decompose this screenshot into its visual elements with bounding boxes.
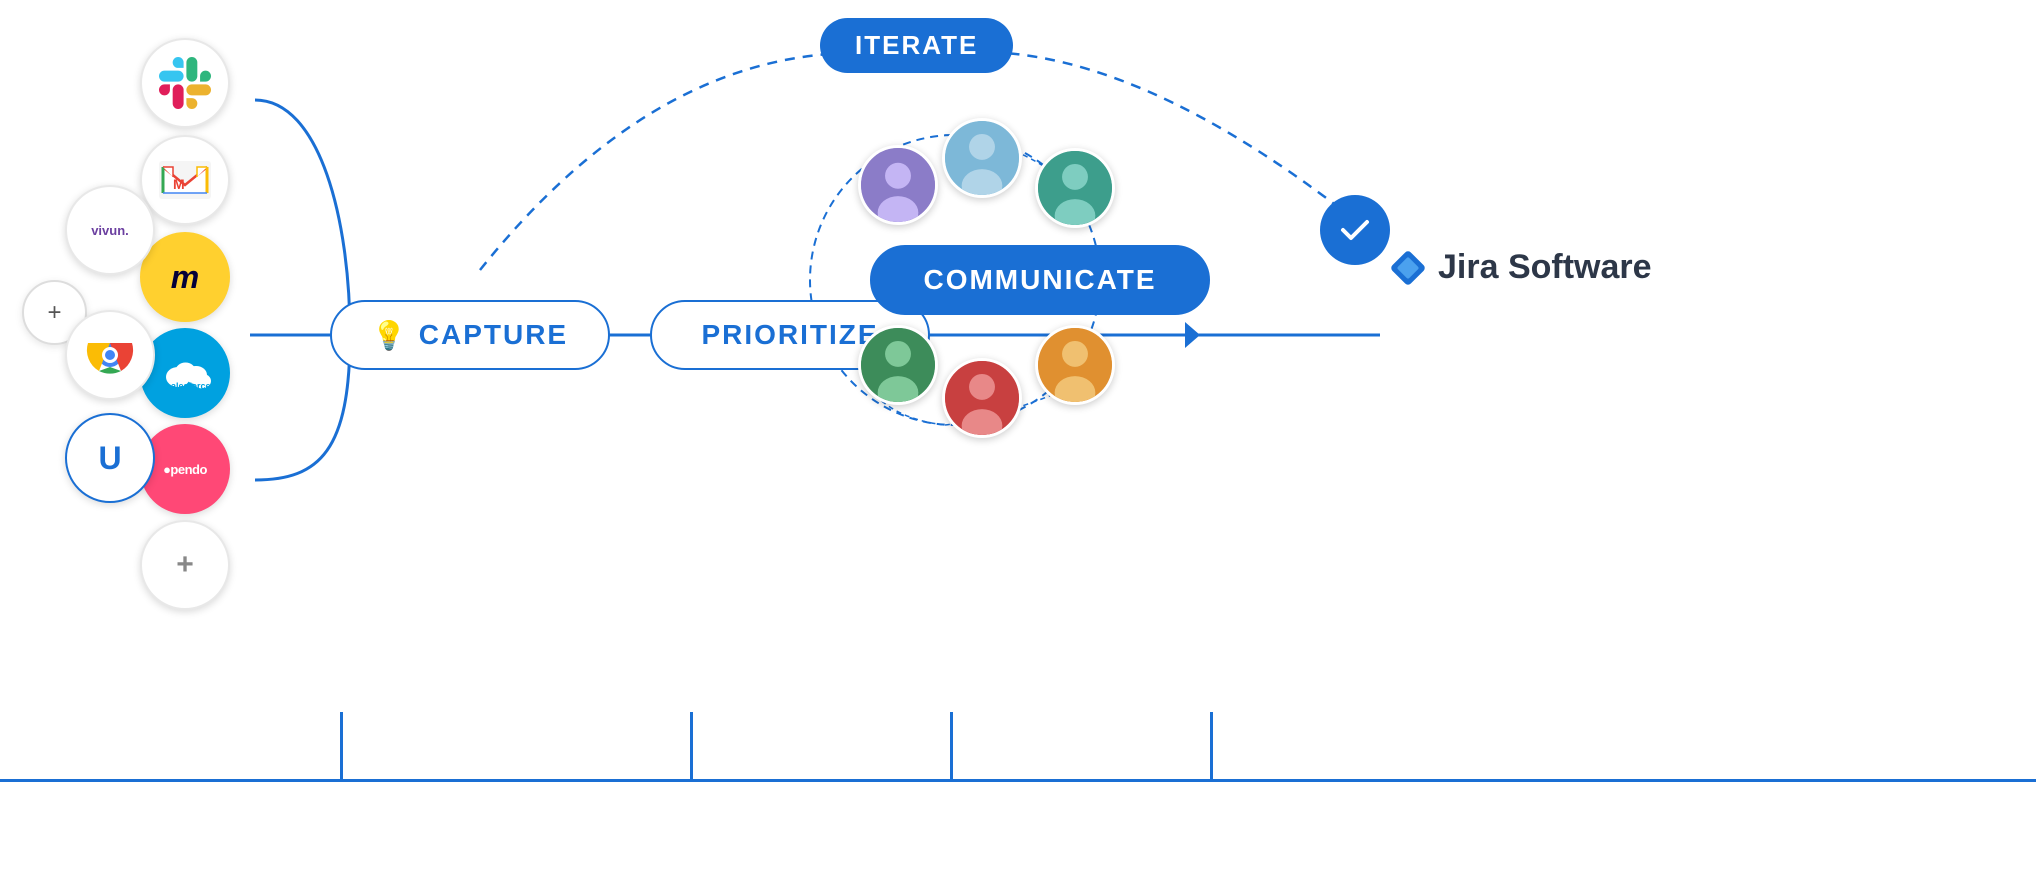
tick-3 [950, 712, 953, 782]
jira-text: Jira Software [1438, 248, 1652, 287]
svg-text:M: M [173, 176, 185, 192]
communicate-stage-button[interactable]: COMMUNICATE [870, 245, 1210, 315]
capture-label: CAPTURE [419, 319, 568, 351]
avatar-person5 [942, 358, 1022, 438]
main-container: ITERATE + M m vivun. [0, 0, 2036, 882]
miro-icon[interactable]: m [140, 232, 230, 322]
lightbulb-icon: 💡 [372, 319, 409, 352]
tick-2 [690, 712, 693, 782]
prioritize-label: PRIORITIZE [701, 319, 878, 351]
chrome-icon[interactable] [65, 310, 155, 400]
vivun-icon[interactable]: vivun. [65, 185, 155, 275]
more-integrations-icon[interactable]: + [140, 520, 230, 610]
timeline-line [0, 779, 2036, 782]
avatar-person6 [1035, 325, 1115, 405]
tick-4 [1210, 712, 1213, 782]
communicate-label: COMMUNICATE [923, 264, 1156, 296]
jira-software-label: Jira Software [1390, 248, 1652, 287]
diagram-svg [0, 0, 2036, 882]
gmail-icon[interactable]: M [140, 135, 230, 225]
capture-stage-button[interactable]: 💡 CAPTURE [330, 300, 610, 370]
tick-1 [340, 712, 343, 782]
usertesting-icon[interactable]: U [65, 413, 155, 503]
jira-diamond-icon [1390, 250, 1426, 286]
svg-text:salesforce: salesforce [166, 381, 211, 391]
avatar-person1 [858, 145, 938, 225]
avatar-person3 [1035, 148, 1115, 228]
iterate-label: ITERATE [820, 18, 1013, 73]
salesforce-icon[interactable]: salesforce [140, 328, 230, 418]
avatar-person2 [942, 118, 1022, 198]
avatar-person4 [858, 325, 938, 405]
checkmark-icon [1320, 195, 1390, 265]
slack-icon[interactable] [140, 38, 230, 128]
